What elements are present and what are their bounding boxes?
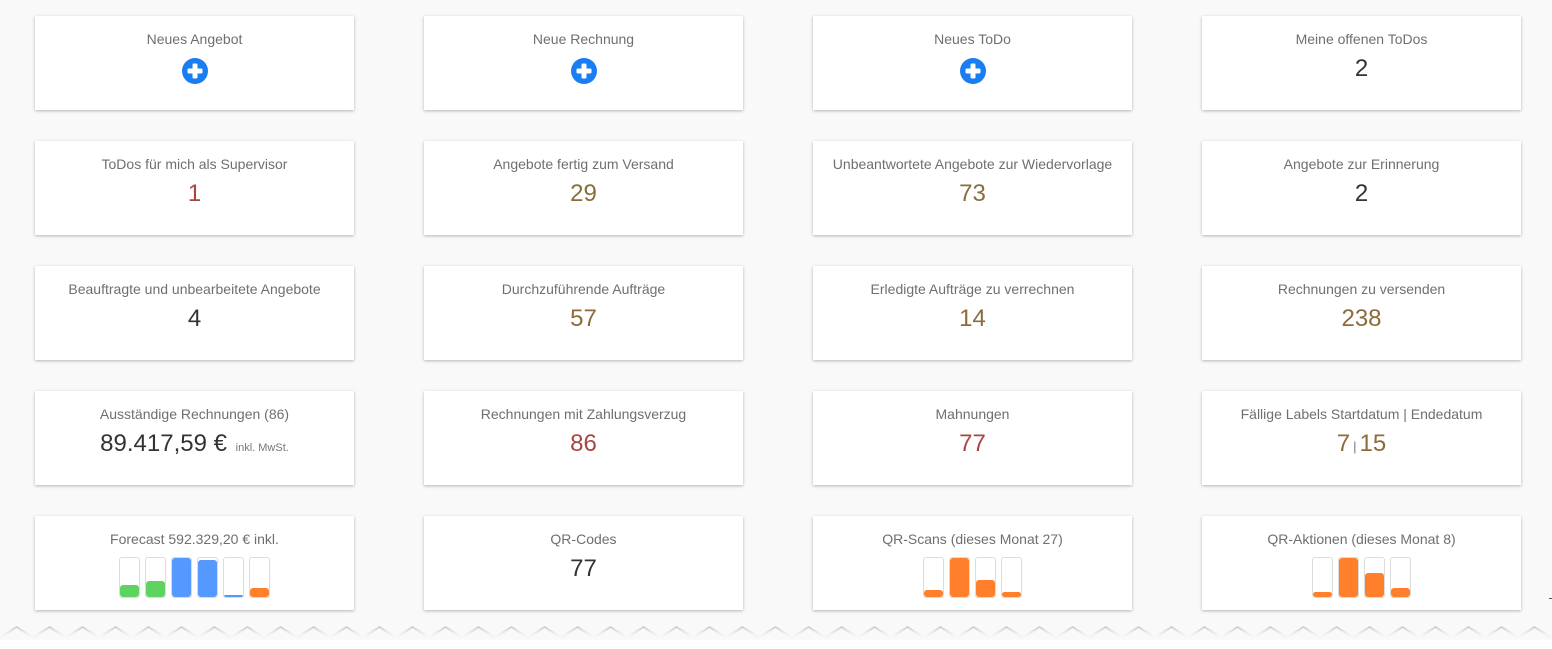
card-title: Unbeantwortete Angebote zur Wiedervorlag… — [832, 156, 1113, 172]
mini-bar-chart — [1202, 557, 1521, 598]
card-title: QR-Aktionen (dieses Monat 8) — [1267, 531, 1456, 547]
card-title: Neues ToDo — [934, 31, 1011, 47]
bar-slot-6[interactable] — [249, 557, 270, 598]
bar-fill-green — [146, 580, 165, 597]
card-title: Neues Angebot — [146, 31, 243, 47]
card-title: Neue Rechnung — [532, 31, 635, 47]
bar-fill-orange — [976, 579, 995, 597]
bar-fill-blue — [198, 559, 217, 597]
card-value: 86 — [570, 430, 597, 457]
card-unbeantwortete-angebote-zur-wiedervorlage[interactable]: Unbeantwortete Angebote zur Wiedervorlag… — [813, 141, 1132, 235]
card-amount: 89.417,59 € inkl. MwSt. — [35, 429, 354, 463]
card-title: Fällige Labels Startdatum | Endedatum — [1240, 406, 1483, 422]
card-angebote-fertig-zum-versand[interactable]: Angebote fertig zum Versand 29 — [424, 141, 743, 235]
card-rechnungen-zu-versenden[interactable]: Rechnungen zu versenden 238 — [1202, 266, 1521, 360]
bar-slot-3[interactable] — [171, 557, 192, 598]
bar-fill-orange — [1002, 591, 1021, 597]
card-title: Durchzuführende Aufträge — [501, 281, 666, 297]
card-title: Ausständige Rechnungen (86) — [99, 406, 290, 422]
dashboard-page: Neues Angebot Neue Rechnung Neues ToDo Mein… — [0, 0, 1552, 640]
value-separator: | — [1353, 439, 1357, 454]
card-title: Meine offenen ToDos — [1295, 31, 1428, 47]
end-date-count: 15 — [1359, 430, 1387, 457]
bar-fill-orange — [1339, 558, 1358, 597]
plus-circle-icon[interactable] — [959, 58, 986, 84]
card-title: Beauftragte und unbearbeitete Angebote — [68, 281, 321, 297]
plus-circle-icon[interactable] — [570, 58, 597, 84]
card-value: 57 — [570, 305, 597, 332]
card-forecast-592-329-20-inkl[interactable]: Forecast 592.329,20 € inkl. — [35, 516, 354, 610]
card-title: Angebote zur Erinnerung — [1283, 156, 1440, 172]
card-value: 2 — [1354, 55, 1369, 82]
bar-fill-blue — [172, 558, 191, 597]
bar-slot-2[interactable] — [949, 557, 970, 598]
bar-fill-orange — [250, 588, 269, 597]
amount-value: 89.417,59 € — [100, 430, 227, 457]
card-neues-angebot[interactable]: Neues Angebot — [35, 16, 354, 110]
card-value: 77 — [959, 430, 986, 457]
bar-fill-orange — [1365, 572, 1384, 597]
bar-slot-4[interactable] — [197, 557, 218, 598]
card-qr-aktionen-dieses-monat-8[interactable]: QR-Aktionen (dieses Monat 8) — [1202, 516, 1521, 610]
card-value: 73 — [959, 180, 986, 207]
card-value: 77 — [570, 555, 597, 582]
card-value: 14 — [959, 305, 986, 332]
bar-fill-blue — [224, 594, 243, 597]
card-qr-codes[interactable]: QR-Codes 77 — [424, 516, 743, 610]
bar-slot-5[interactable] — [223, 557, 244, 598]
plus-circle-icon[interactable] — [181, 58, 208, 84]
bar-fill-orange — [924, 589, 943, 597]
card-ausstaendige-rechnungen-86[interactable]: Ausständige Rechnungen (86) 89.417,59 € i… — [35, 391, 354, 485]
card-meine-offenen-todos[interactable]: Meine offenen ToDos 2 — [1202, 16, 1521, 110]
bar-slot-1[interactable] — [1312, 557, 1333, 598]
start-date-count: 7 — [1336, 430, 1351, 457]
bar-slot-4[interactable] — [1390, 557, 1411, 598]
card-value: 1 — [187, 180, 202, 207]
bar-slot-4[interactable] — [1001, 557, 1022, 598]
card-faellige-labels-startdatum-endedatum[interactable]: Fällige Labels Startdatum | Endedatum 7 | 1… — [1202, 391, 1521, 485]
bar-fill-orange — [1391, 588, 1410, 597]
card-qr-scans-dieses-monat-27[interactable]: QR-Scans (dieses Monat 27) — [813, 516, 1132, 610]
card-title: ToDos für mich als Supervisor — [101, 156, 288, 172]
card-value: 4 — [187, 305, 202, 332]
card-angebote-zur-erinnerung[interactable]: Angebote zur Erinnerung 2 — [1202, 141, 1521, 235]
card-title: Rechnungen zu versenden — [1277, 281, 1446, 297]
card-value-pair: 7 | 15 — [1202, 429, 1521, 462]
bar-slot-1[interactable] — [923, 557, 944, 598]
card-value: 29 — [570, 180, 597, 207]
card-neues-todo[interactable]: Neues ToDo — [813, 16, 1132, 110]
bar-fill-orange — [950, 558, 969, 597]
torn-edge-decoration — [0, 620, 1552, 640]
card-rechnungen-mit-zahlungsverzug[interactable]: Rechnungen mit Zahlungsverzug 86 — [424, 391, 743, 485]
card-value: 238 — [1341, 305, 1382, 332]
card-title: Erledigte Aufträge zu verrechnen — [870, 281, 1075, 297]
card-title: Angebote fertig zum Versand — [493, 156, 674, 172]
card-title: QR-Scans (dieses Monat 27) — [882, 531, 1063, 547]
mini-bar-chart — [35, 557, 354, 598]
card-value: 2 — [1354, 180, 1369, 207]
card-title: QR-Codes — [550, 531, 617, 547]
amount-unit: inkl. MwSt. — [235, 442, 289, 454]
card-erledigte-auftraege-zu-verrechnen[interactable]: Erledigte Aufträge zu verrechnen 14 — [813, 266, 1132, 360]
bar-slot-3[interactable] — [975, 557, 996, 598]
bar-slot-2[interactable] — [1338, 557, 1359, 598]
bar-fill-green — [120, 584, 139, 597]
bar-fill-orange — [1313, 591, 1332, 597]
card-todos-fuer-mich-als-supervisor[interactable]: ToDos für mich als Supervisor 1 — [35, 141, 354, 235]
bar-slot-2[interactable] — [145, 557, 166, 598]
card-beauftragte-und-unbearbeitete-angebote[interactable]: Beauftragte und unbearbeitete Angebote 4 — [35, 266, 354, 360]
dashboard-card-grid: Neues Angebot Neue Rechnung Neues ToDo Mein… — [35, 16, 1521, 610]
card-mahnungen[interactable]: Mahnungen 77 — [813, 391, 1132, 485]
card-durchzufuehrende-auftraege[interactable]: Durchzuführende Aufträge 57 — [424, 266, 743, 360]
card-title: Rechnungen mit Zahlungsverzug — [480, 406, 687, 422]
card-title: Forecast 592.329,20 € inkl. — [110, 531, 279, 547]
bar-slot-1[interactable] — [119, 557, 140, 598]
mini-bar-chart — [813, 557, 1132, 598]
bar-slot-3[interactable] — [1364, 557, 1385, 598]
card-neue-rechnung[interactable]: Neue Rechnung — [424, 16, 743, 110]
card-title: Mahnungen — [935, 406, 1010, 422]
